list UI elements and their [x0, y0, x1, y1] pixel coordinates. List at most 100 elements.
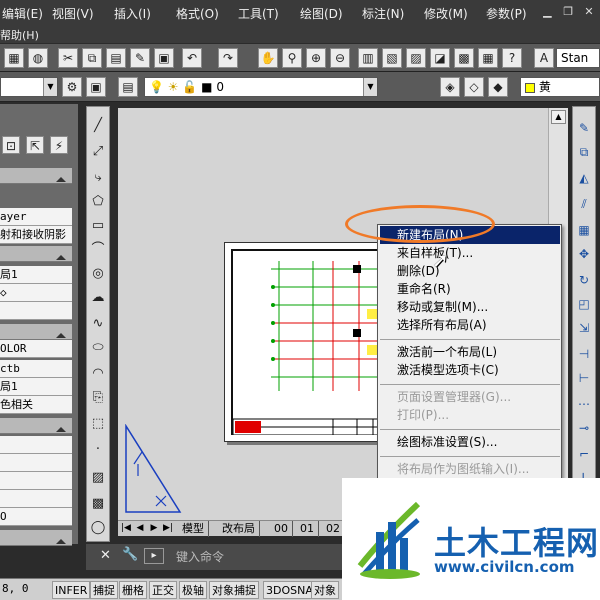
property-row[interactable]: O [0, 508, 72, 526]
tool-palettes-icon[interactable]: ▨ [406, 48, 426, 68]
section-header[interactable] [0, 530, 72, 546]
ellipse-arc-icon[interactable]: ◠ [89, 365, 107, 383]
undo-icon[interactable]: ↶ [182, 48, 202, 68]
menu-parameters[interactable]: 参数(P) [486, 5, 527, 22]
status-otrack[interactable]: 对象 [311, 581, 339, 599]
section-header[interactable] [0, 418, 72, 434]
match-properties-icon[interactable]: ✎ [130, 48, 150, 68]
trim-icon[interactable]: ⊣ [575, 345, 593, 363]
property-row[interactable] [0, 436, 72, 454]
menu-draw[interactable]: 绘图(D) [300, 5, 343, 22]
first-tab-icon[interactable]: |◀ [120, 522, 132, 535]
quick-select-icon[interactable]: ⚡ [50, 136, 68, 154]
lock-ui-icon[interactable]: ▣ [86, 77, 106, 97]
layer-state-icon[interactable]: ◆ [488, 77, 508, 97]
next-tab-icon[interactable]: ▶ [148, 522, 160, 535]
spline-icon[interactable]: ∿ [89, 315, 107, 333]
status-infer[interactable]: INFER [52, 581, 91, 599]
redo-icon[interactable]: ↷ [218, 48, 238, 68]
status-snap[interactable]: 捕捉 [90, 581, 118, 599]
menu-activate-model-tab[interactable]: 激活模型选项卡(C) [380, 361, 560, 379]
tab-model[interactable]: 模型 [178, 521, 209, 537]
status-polar[interactable]: 极轴 [179, 581, 207, 599]
help-icon[interactable]: ? [502, 48, 522, 68]
layer-properties-icon[interactable]: ▤ [118, 77, 138, 97]
polygon-icon[interactable]: ⬠ [89, 193, 107, 211]
construction-line-icon[interactable]: ⤢ [89, 143, 107, 161]
menu-insert[interactable]: 插入(I) [114, 5, 151, 22]
extend-icon[interactable]: ⊢ [575, 369, 593, 387]
property-row[interactable] [0, 302, 72, 320]
menu-delete[interactable]: 删除(D) [380, 262, 560, 280]
menu-drafting-standards[interactable]: 绘图标准设置(S)... [380, 433, 560, 451]
gradient-icon[interactable]: ▩ [89, 495, 107, 513]
make-current-icon[interactable]: ◈ [440, 77, 460, 97]
make-block-icon[interactable]: ⬚ [89, 415, 107, 433]
property-row[interactable]: 局1 [0, 266, 72, 284]
circle-icon[interactable]: ◎ [89, 265, 107, 283]
mirror-icon[interactable]: ◭ [575, 169, 593, 187]
menu-view[interactable]: 视图(V) [52, 5, 94, 22]
close-icon[interactable]: ✕ [582, 5, 596, 19]
menu-import-layout-as-sheet[interactable]: 将布局作为图纸输入(I)... [380, 460, 560, 478]
restore-icon[interactable]: ❐ [561, 5, 575, 19]
paste-icon[interactable]: ▤ [106, 48, 126, 68]
property-row[interactable]: 局1 [0, 378, 72, 396]
color-select[interactable]: 黄 [520, 77, 600, 97]
section-header[interactable] [0, 324, 72, 340]
save-icon[interactable]: ▦ [4, 48, 24, 68]
menu-rename[interactable]: 重命名(R) [380, 280, 560, 298]
point-icon[interactable]: · [89, 441, 107, 459]
polyline-icon[interactable]: ⤷ [89, 169, 107, 187]
menu-help[interactable]: 帮助(H) [0, 27, 39, 43]
workspace-settings-icon[interactable]: ⚙ [62, 77, 82, 97]
section-header[interactable] [0, 168, 72, 184]
sheet-set-icon[interactable]: ◪ [430, 48, 450, 68]
scroll-up-icon[interactable]: ▲ [551, 110, 566, 124]
text-style-icon[interactable]: A [534, 48, 554, 68]
menu-edit[interactable]: 编辑(E) [2, 5, 43, 22]
erase-icon[interactable]: ✎ [575, 119, 593, 137]
line-icon[interactable]: ╱ [89, 117, 107, 135]
tab-01[interactable]: 01 [296, 521, 319, 537]
offset-icon[interactable]: ⫽ [575, 195, 593, 213]
zoom-window-icon[interactable]: ⊕ [306, 48, 326, 68]
property-row[interactable]: ayer [0, 208, 72, 226]
menu-page-setup-manager[interactable]: 页面设置管理器(G)... [380, 388, 560, 406]
layer-previous-icon[interactable]: ◇ [464, 77, 484, 97]
arc-icon[interactable]: ⌒ [89, 241, 107, 259]
scale-icon[interactable]: ◰ [575, 295, 593, 313]
cut-icon[interactable]: ✂ [58, 48, 78, 68]
wrench-icon[interactable]: 🔧 [122, 547, 138, 562]
menu-select-all-layouts[interactable]: 选择所有布局(A) [380, 316, 560, 334]
last-tab-icon[interactable]: ▶| [162, 522, 174, 535]
menu-from-template[interactable]: 来自样板(T)... [380, 244, 560, 262]
pan-icon[interactable]: ✋ [258, 48, 278, 68]
property-row[interactable] [0, 454, 72, 472]
property-row[interactable] [0, 490, 72, 508]
menu-format[interactable]: 格式(O) [176, 5, 219, 22]
hatch-icon[interactable]: ▨ [89, 469, 107, 487]
menu-dimension[interactable]: 标注(N) [362, 5, 404, 22]
region-icon[interactable]: ◯ [89, 519, 107, 537]
prev-tab-icon[interactable]: ◀ [134, 522, 146, 535]
status-grid[interactable]: 栅格 [119, 581, 147, 599]
workspace-select[interactable]: ▼ [0, 77, 58, 97]
ellipse-icon[interactable]: ⬭ [89, 339, 107, 357]
copy-icon[interactable]: ⧉ [82, 48, 102, 68]
menu-activate-previous-layout[interactable]: 激活前一个布局(L) [380, 343, 560, 361]
move-icon[interactable]: ✥ [575, 245, 593, 263]
menu-modify[interactable]: 修改(M) [424, 5, 468, 22]
property-row[interactable]: 色相关 [0, 396, 72, 414]
command-input[interactable] [176, 548, 326, 566]
command-prompt-icon[interactable]: ▸ [144, 548, 164, 564]
rotate-icon[interactable]: ↻ [575, 271, 593, 289]
property-row[interactable] [0, 472, 72, 490]
array-icon[interactable]: ▦ [575, 221, 593, 239]
stretch-icon[interactable]: ⇲ [575, 319, 593, 337]
property-row[interactable]: 射和接收阴影 [0, 226, 72, 244]
property-row[interactable]: ctb [0, 360, 72, 378]
copy-object-icon[interactable]: ⧉ [575, 143, 593, 161]
toggle-pickadd-icon[interactable]: ⊡ [2, 136, 20, 154]
select-objects-icon[interactable]: ⇱ [26, 136, 44, 154]
